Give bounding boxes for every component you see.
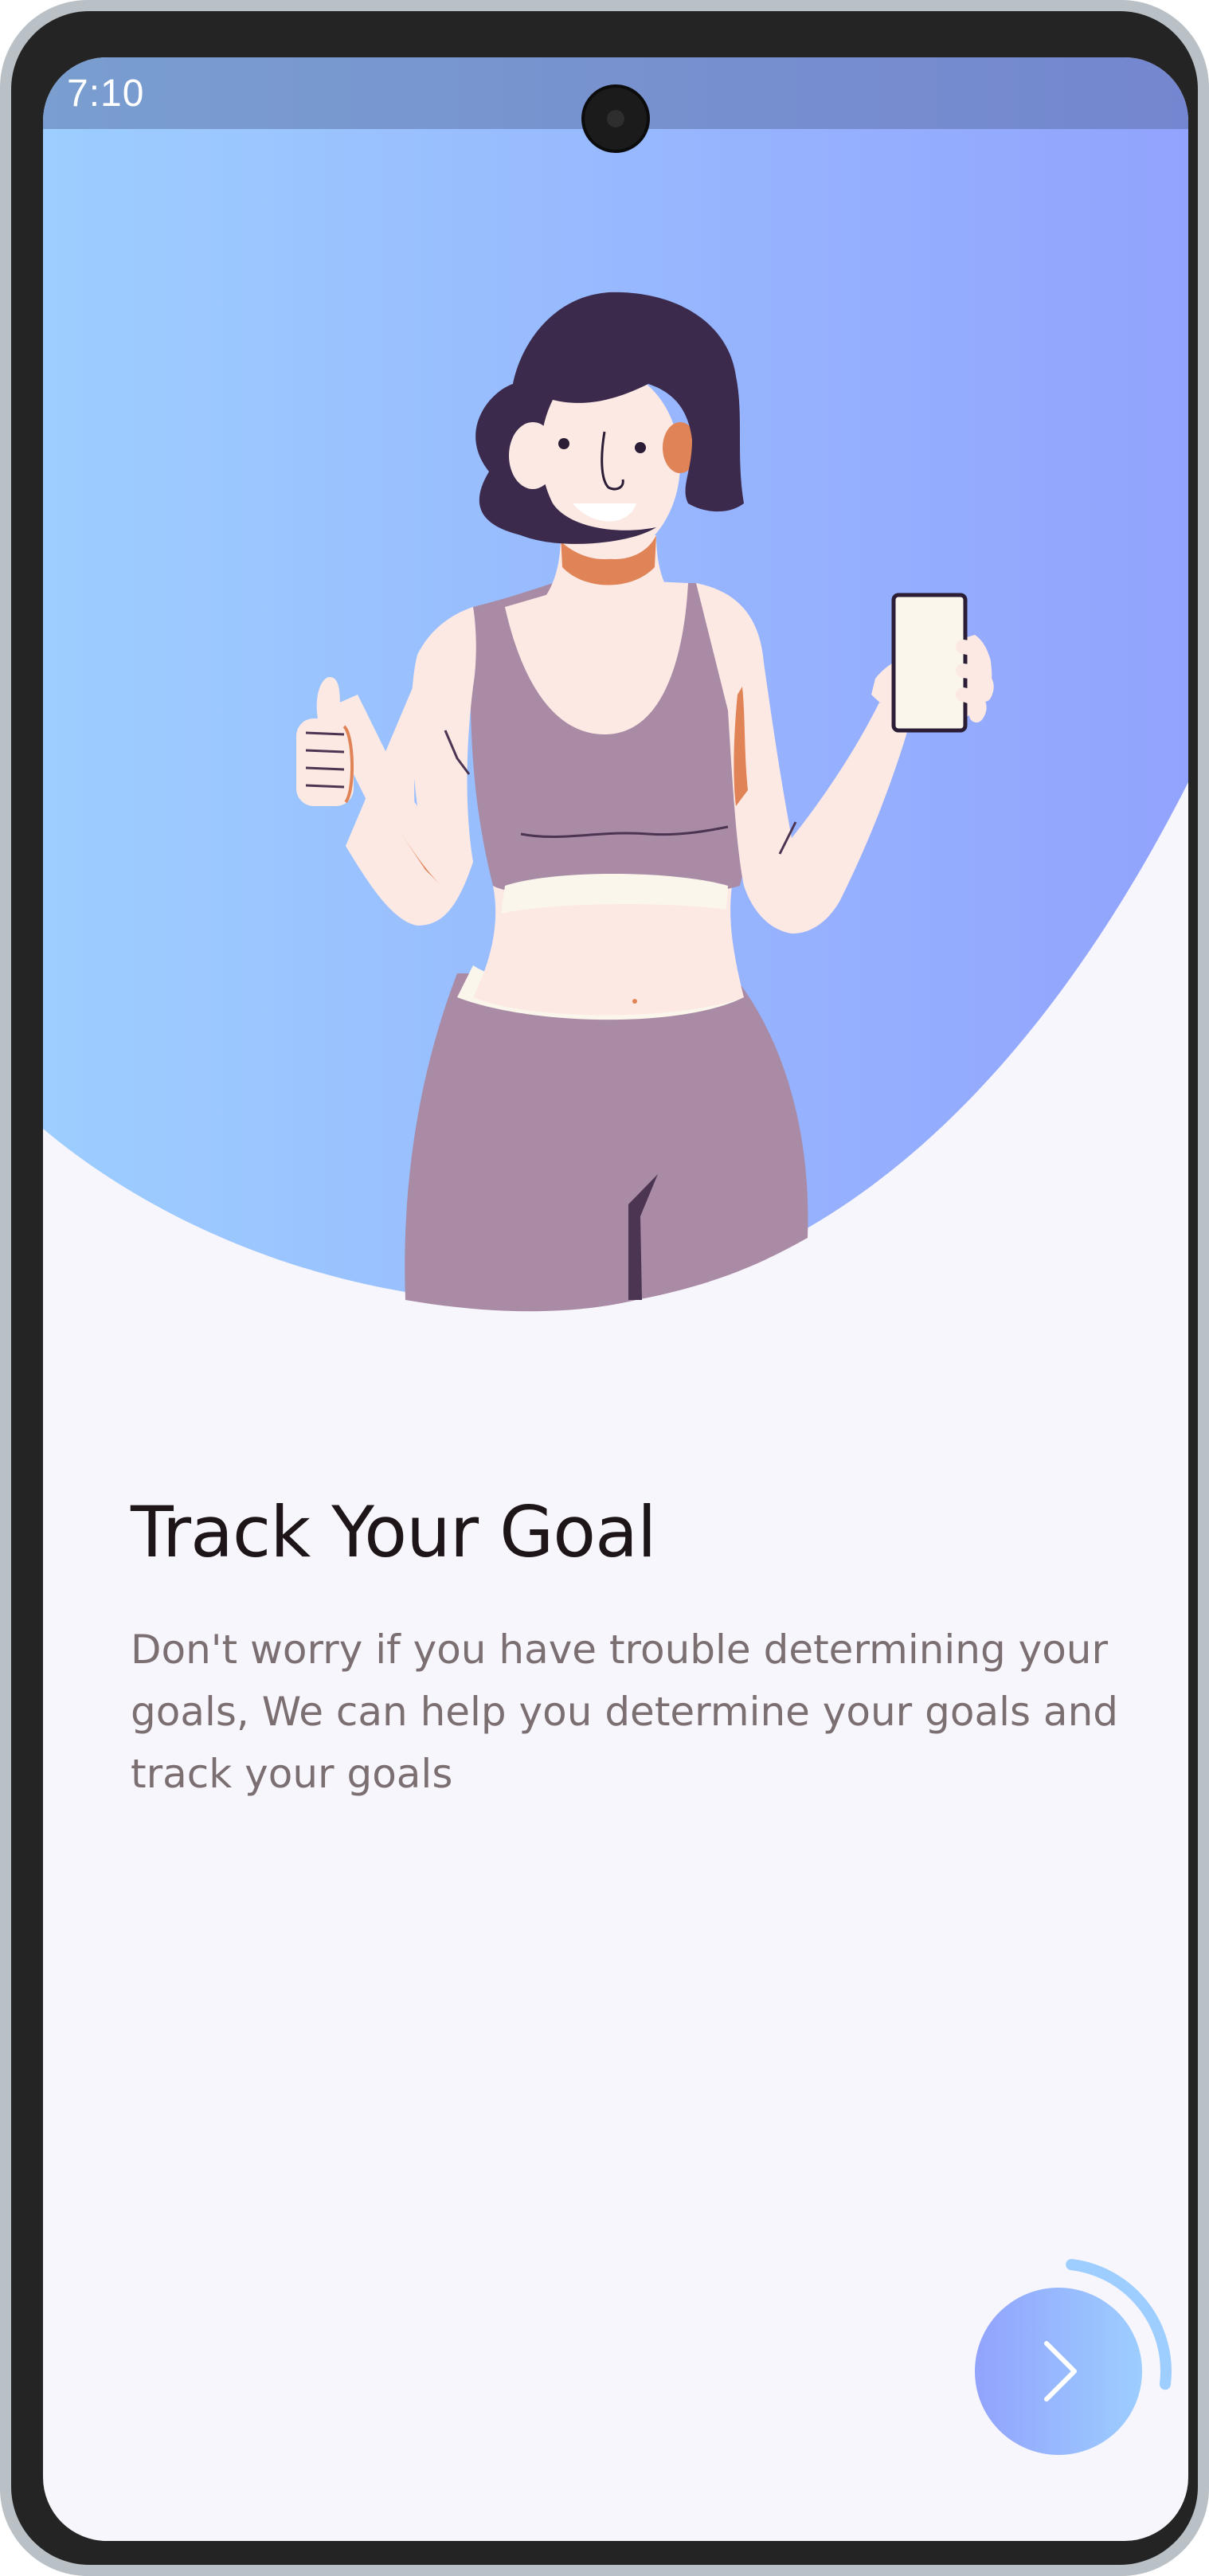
device-bezel: 7:10 Track Your Goal Don't worry if you … bbox=[11, 11, 1198, 2565]
onboarding-title: Track Your Goal bbox=[131, 1491, 656, 1573]
front-camera bbox=[581, 84, 650, 153]
app-screen: 7:10 Track Your Goal Don't worry if you … bbox=[43, 57, 1188, 2541]
onboarding-description: Don't worry if you have trouble determin… bbox=[131, 1627, 1118, 1797]
chevron-right-icon bbox=[1044, 2341, 1077, 2402]
hero-illustration bbox=[43, 57, 1188, 1312]
next-button-container bbox=[927, 2240, 1188, 2503]
next-button[interactable] bbox=[975, 2288, 1142, 2455]
status-time: 7:10 bbox=[67, 72, 145, 115]
device-frame: 7:10 Track Your Goal Don't worry if you … bbox=[0, 0, 1209, 2576]
